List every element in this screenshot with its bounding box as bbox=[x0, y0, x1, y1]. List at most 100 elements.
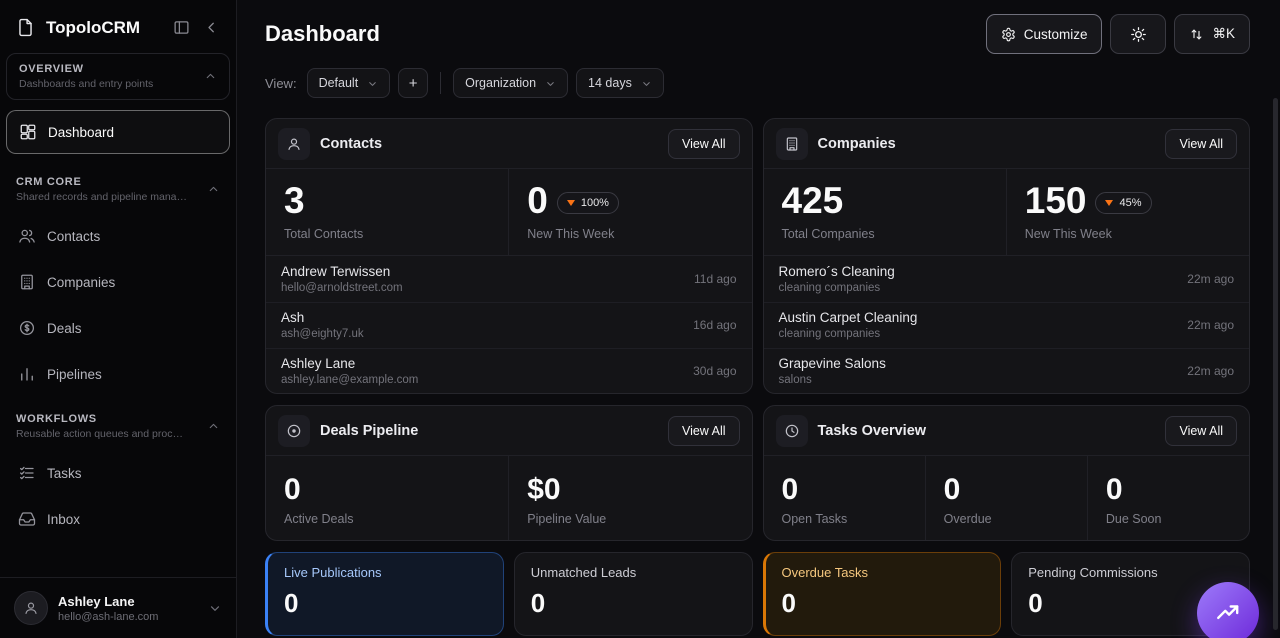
chevron-up-icon bbox=[204, 70, 217, 83]
active-deals-stat: 0 Active Deals bbox=[266, 456, 508, 541]
section-subtitle: Reusable action queues and processes bbox=[16, 428, 188, 440]
company-name: Austin Carpet Cleaning bbox=[779, 310, 918, 325]
new-companies-stat: 150 45% New This Week bbox=[1006, 169, 1249, 255]
sun-icon bbox=[1130, 26, 1147, 43]
chevron-down-icon bbox=[367, 78, 378, 89]
section-title: CRM CORE bbox=[16, 176, 188, 188]
contact-name: Andrew Terwissen bbox=[281, 264, 403, 279]
users-icon bbox=[18, 227, 36, 245]
stat-label: Total Contacts bbox=[284, 227, 490, 241]
sidebar-item-pipelines[interactable]: Pipelines bbox=[6, 353, 230, 395]
trend-badge: 100% bbox=[557, 192, 619, 214]
scrollbar[interactable] bbox=[1273, 98, 1278, 630]
companies-card: Companies View All 425 Total Companies 1… bbox=[763, 118, 1251, 394]
trend-down-icon bbox=[567, 200, 575, 206]
card-title: Deals Pipeline bbox=[320, 423, 658, 439]
stat-label: New This Week bbox=[527, 227, 733, 241]
contact-row[interactable]: Andrew Terwissen hello@arnoldstreet.com … bbox=[266, 256, 752, 302]
sidebar-item-dashboard[interactable]: Dashboard bbox=[6, 110, 230, 154]
sidebar-item-contacts[interactable]: Contacts bbox=[6, 215, 230, 257]
stat-label: Total Companies bbox=[782, 227, 988, 241]
contact-name: Ash bbox=[281, 310, 364, 325]
stat-value: 425 bbox=[782, 182, 844, 221]
sidebar-item-companies[interactable]: Companies bbox=[6, 261, 230, 303]
organization-select[interactable]: Organization bbox=[453, 68, 568, 98]
sidebar-item-label: Companies bbox=[47, 275, 115, 290]
date-range-select[interactable]: 14 days bbox=[576, 68, 664, 98]
sidebar-item-label: Tasks bbox=[47, 466, 82, 481]
company-row[interactable]: Grapevine Salons salons 22m ago bbox=[764, 348, 1250, 394]
collapse-sidebar-chevron-left-icon[interactable] bbox=[201, 17, 222, 38]
stat-value: 0 bbox=[944, 474, 961, 506]
kpi-label: Overdue Tasks bbox=[782, 565, 985, 580]
view-select[interactable]: Default bbox=[307, 68, 391, 98]
contacts-view-all-button[interactable]: View All bbox=[668, 129, 740, 159]
card-title: Contacts bbox=[320, 136, 658, 152]
kpi-overdue-tasks: Overdue Tasks 0 bbox=[763, 552, 1002, 636]
contacts-card: Contacts View All 3 Total Contacts 0 bbox=[265, 118, 753, 394]
chevron-down-icon bbox=[545, 78, 556, 89]
company-row[interactable]: Austin Carpet Cleaning cleaning companie… bbox=[764, 302, 1250, 348]
customize-label: Customize bbox=[1024, 27, 1088, 42]
section-subtitle: Dashboards and entry points bbox=[19, 78, 153, 90]
sidebar-item-inbox[interactable]: Inbox bbox=[6, 498, 230, 540]
kpi-value: 0 bbox=[531, 588, 736, 619]
overdue-stat: 0 Overdue bbox=[925, 456, 1087, 541]
stat-label: Open Tasks bbox=[782, 512, 907, 526]
sidebar-item-label: Deals bbox=[47, 321, 82, 336]
stat-value: 0 bbox=[1106, 474, 1123, 506]
open-tasks-stat: 0 Open Tasks bbox=[764, 456, 925, 541]
total-companies-stat: 425 Total Companies bbox=[764, 169, 1006, 255]
contact-row[interactable]: Ash ash@eighty7.uk 16d ago bbox=[266, 302, 752, 348]
topbar: Dashboard Customize ⌘K bbox=[265, 14, 1250, 54]
section-title: OVERVIEW bbox=[19, 63, 153, 75]
sidebar-item-tasks[interactable]: Tasks bbox=[6, 452, 230, 494]
dollar-circle-icon bbox=[18, 319, 36, 337]
section-title: WORKFLOWS bbox=[16, 413, 188, 425]
contact-email: ashley.lane@example.com bbox=[281, 374, 418, 386]
sidebar-item-deals[interactable]: Deals bbox=[6, 307, 230, 349]
main-content: Dashboard Customize ⌘K bbox=[237, 0, 1280, 638]
user-menu[interactable]: Ashley Lane hello@ash-lane.com bbox=[0, 577, 236, 638]
sidebar-section-workflows[interactable]: WORKFLOWS Reusable action queues and pro… bbox=[6, 405, 230, 448]
sidebar-section-overview[interactable]: OVERVIEW Dashboards and entry points bbox=[6, 53, 230, 100]
list-checks-icon bbox=[18, 464, 36, 482]
contact-row[interactable]: Ashley Lane ashley.lane@example.com 30d … bbox=[266, 348, 752, 394]
chevron-up-icon bbox=[207, 183, 220, 196]
company-time: 22m ago bbox=[1187, 364, 1234, 378]
contact-name: Ashley Lane bbox=[281, 356, 418, 371]
tasks-view-all-button[interactable]: View All bbox=[1165, 416, 1237, 446]
avatar bbox=[14, 591, 48, 625]
up-down-arrows-icon bbox=[1189, 27, 1204, 42]
quick-action-fab[interactable] bbox=[1197, 582, 1259, 638]
stat-value: 0 bbox=[782, 474, 799, 506]
theme-toggle-button[interactable] bbox=[1110, 14, 1166, 54]
trending-up-icon bbox=[1215, 600, 1241, 626]
filter-bar: View: Default + Organization 14 days bbox=[265, 68, 1250, 98]
company-time: 22m ago bbox=[1187, 318, 1234, 332]
section-subtitle: Shared records and pipeline management bbox=[16, 191, 188, 203]
customize-button[interactable]: Customize bbox=[986, 14, 1103, 54]
command-palette-button[interactable]: ⌘K bbox=[1174, 14, 1250, 54]
card-title: Tasks Overview bbox=[818, 423, 1156, 439]
view-label: View: bbox=[265, 76, 297, 91]
person-icon bbox=[278, 128, 310, 160]
divider bbox=[440, 72, 441, 94]
sidebar-item-label: Contacts bbox=[47, 229, 100, 244]
date-range-value: 14 days bbox=[588, 76, 632, 90]
company-category: cleaning companies bbox=[779, 328, 918, 340]
panels-layout-icon[interactable] bbox=[171, 17, 192, 38]
companies-view-all-button[interactable]: View All bbox=[1165, 129, 1237, 159]
stat-label: Overdue bbox=[944, 512, 1069, 526]
sidebar-section-crm-core[interactable]: CRM CORE Shared records and pipeline man… bbox=[6, 168, 230, 211]
stat-label: Due Soon bbox=[1106, 512, 1231, 526]
bar-chart-icon bbox=[18, 365, 36, 383]
deals-view-all-button[interactable]: View All bbox=[668, 416, 740, 446]
trend-down-icon bbox=[1105, 200, 1113, 206]
company-row[interactable]: Romero´s Cleaning cleaning companies 22m… bbox=[764, 256, 1250, 302]
add-view-button[interactable]: + bbox=[398, 68, 428, 98]
app-window: TopoloCRM OVERVIEW Dashboards and entry … bbox=[0, 0, 1280, 638]
chevron-down-icon bbox=[641, 78, 652, 89]
new-contacts-stat: 0 100% New This Week bbox=[508, 169, 751, 255]
deals-pipeline-card: Deals Pipeline View All 0 Active Deals $… bbox=[265, 405, 753, 541]
